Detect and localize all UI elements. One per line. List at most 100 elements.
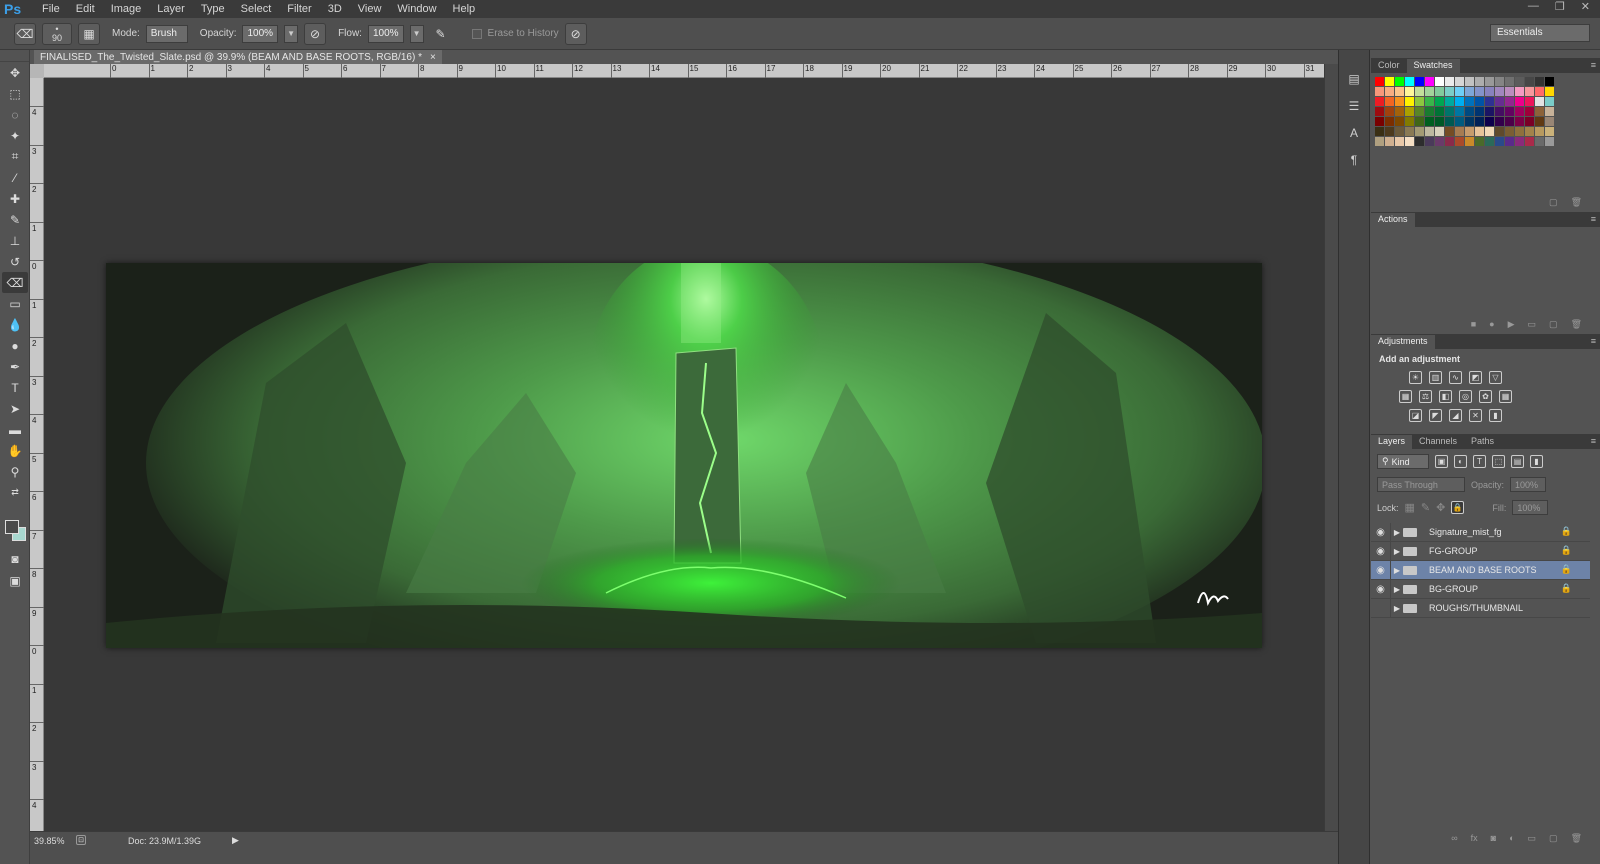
swatch-chip[interactable] <box>1535 77 1544 86</box>
menu-select[interactable]: Select <box>233 3 280 15</box>
new-action-icon[interactable]: ▢ <box>1549 319 1558 331</box>
swatch-chip[interactable] <box>1465 77 1474 86</box>
swatch-chip[interactable] <box>1495 97 1504 106</box>
swatch-chip[interactable] <box>1495 87 1504 96</box>
filter-toggle-icon[interactable]: ▮ <box>1530 455 1543 468</box>
layer-opacity-field[interactable]: 100% <box>1510 477 1547 492</box>
swatch-chip[interactable] <box>1375 97 1384 106</box>
swatch-chip[interactable] <box>1515 97 1524 106</box>
lock-transparent-icon[interactable]: ▦ <box>1405 501 1415 514</box>
swatch-chip[interactable] <box>1465 97 1474 106</box>
posterize-icon[interactable]: ◤ <box>1429 409 1442 422</box>
swatch-chip[interactable] <box>1485 137 1494 146</box>
levels-icon[interactable]: ▥ <box>1429 371 1442 384</box>
delete-action-icon[interactable]: 🗑 <box>1571 319 1582 331</box>
link-layers-icon[interactable]: ∞ <box>1451 833 1457 845</box>
swatch-chip[interactable] <box>1505 117 1514 126</box>
character-panel-icon[interactable]: A <box>1341 122 1367 143</box>
swatch-chip[interactable] <box>1525 117 1534 126</box>
opacity-dropdown-icon[interactable]: ▼ <box>284 24 299 43</box>
swatch-chip[interactable] <box>1455 117 1464 126</box>
vertical-scrollbar[interactable] <box>1324 64 1338 831</box>
swatch-chip[interactable] <box>1485 97 1494 106</box>
flow-dropdown-icon[interactable]: ▼ <box>409 24 424 43</box>
zoom-level[interactable]: 39.85% <box>34 836 65 846</box>
add-mask-icon[interactable]: ◙ <box>1491 833 1496 845</box>
swatch-chip[interactable] <box>1465 107 1474 116</box>
move-tool-icon[interactable]: ✥ <box>2 62 28 83</box>
swatch-chip[interactable] <box>1455 127 1464 136</box>
swatch-chip[interactable] <box>1375 127 1384 136</box>
menu-edit[interactable]: Edit <box>68 3 103 15</box>
swatch-chip[interactable] <box>1545 127 1554 136</box>
brush-tool-icon[interactable]: ✎ <box>2 209 28 230</box>
actions-menu-icon[interactable]: ≡ <box>1591 214 1596 224</box>
swatch-chip[interactable] <box>1375 77 1384 86</box>
swatch-chip[interactable] <box>1395 107 1404 116</box>
swatch-chip[interactable] <box>1465 87 1474 96</box>
invert-icon[interactable]: ◪ <box>1409 409 1422 422</box>
swatch-chip[interactable] <box>1395 97 1404 106</box>
history-brush-tool-icon[interactable]: ↺ <box>2 251 28 272</box>
swatch-chip[interactable] <box>1415 127 1424 136</box>
swatch-chip[interactable] <box>1435 77 1444 86</box>
swatch-chip[interactable] <box>1385 77 1394 86</box>
swatch-chip[interactable] <box>1495 117 1504 126</box>
swatch-chip[interactable] <box>1435 127 1444 136</box>
layer-row[interactable]: ◉ ▶ BEAM AND BASE ROOTS 🔒 <box>1371 560 1590 580</box>
swatch-chip[interactable] <box>1455 107 1464 116</box>
menu-type[interactable]: Type <box>193 3 233 15</box>
mode-select[interactable]: Brush <box>145 24 188 43</box>
swatch-chip[interactable] <box>1445 97 1454 106</box>
swatch-chip[interactable] <box>1455 137 1464 146</box>
swatch-chip[interactable] <box>1415 137 1424 146</box>
healing-brush-tool-icon[interactable]: ✚ <box>2 188 28 209</box>
swatch-chip[interactable] <box>1475 107 1484 116</box>
expand-group-icon[interactable]: ▶ <box>1391 566 1403 575</box>
play-icon[interactable]: ▶ <box>1508 319 1515 331</box>
filter-pixel-icon[interactable]: ▣ <box>1435 455 1448 468</box>
swatch-chip[interactable] <box>1425 137 1434 146</box>
swatch-chip[interactable] <box>1405 137 1414 146</box>
swatch-chip[interactable] <box>1525 107 1534 116</box>
swatch-chip[interactable] <box>1455 77 1464 86</box>
swatch-chip[interactable] <box>1475 137 1484 146</box>
swatch-chip[interactable] <box>1415 87 1424 96</box>
tab-layers[interactable]: Layers <box>1371 435 1413 449</box>
lock-all-icon[interactable]: 🔒 <box>1451 501 1465 514</box>
swatch-chip[interactable] <box>1395 77 1404 86</box>
swatch-chip[interactable] <box>1505 137 1514 146</box>
dodge-tool-icon[interactable]: ● <box>2 335 28 356</box>
swatch-chip[interactable] <box>1515 87 1524 96</box>
tab-adjustments[interactable]: Adjustments <box>1371 335 1435 349</box>
close-window-button[interactable]: ✕ <box>1581 0 1590 13</box>
swatch-chip[interactable] <box>1385 97 1394 106</box>
brush-size-picker[interactable]: • 90 <box>42 22 72 45</box>
proof-icon[interactable]: ⊡ <box>76 835 86 845</box>
hand-tool-icon[interactable]: ✋ <box>2 440 28 461</box>
swatch-chip[interactable] <box>1405 97 1414 106</box>
menu-view[interactable]: View <box>350 3 390 15</box>
swatch-chip[interactable] <box>1475 97 1484 106</box>
swatch-chip[interactable] <box>1425 77 1434 86</box>
blend-mode-select[interactable]: Pass Through <box>1377 477 1465 492</box>
swatch-chip[interactable] <box>1415 117 1424 126</box>
lasso-tool-icon[interactable]: ◌ <box>2 104 28 125</box>
visibility-eye-icon[interactable]: ◉ <box>1371 522 1391 542</box>
exposure-icon[interactable]: ◩ <box>1469 371 1482 384</box>
swatch-chip[interactable] <box>1505 87 1514 96</box>
stop-icon[interactable]: ■ <box>1471 319 1476 331</box>
swatch-chip[interactable] <box>1445 107 1454 116</box>
swatch-chip[interactable] <box>1445 137 1454 146</box>
layer-style-icon[interactable]: fx <box>1471 833 1478 845</box>
swatch-chip[interactable] <box>1515 117 1524 126</box>
menu-filter[interactable]: Filter <box>279 3 319 15</box>
channel-mixer-icon[interactable]: ✿ <box>1479 390 1492 403</box>
swatch-chip[interactable] <box>1515 107 1524 116</box>
filter-smart-object-icon[interactable]: ▤ <box>1511 455 1524 468</box>
swatch-chip[interactable] <box>1435 87 1444 96</box>
clone-stamp-tool-icon[interactable]: ⊥ <box>2 230 28 251</box>
tab-paths[interactable]: Paths <box>1464 435 1501 449</box>
swatch-chip[interactable] <box>1425 87 1434 96</box>
swatch-chip[interactable] <box>1465 117 1474 126</box>
